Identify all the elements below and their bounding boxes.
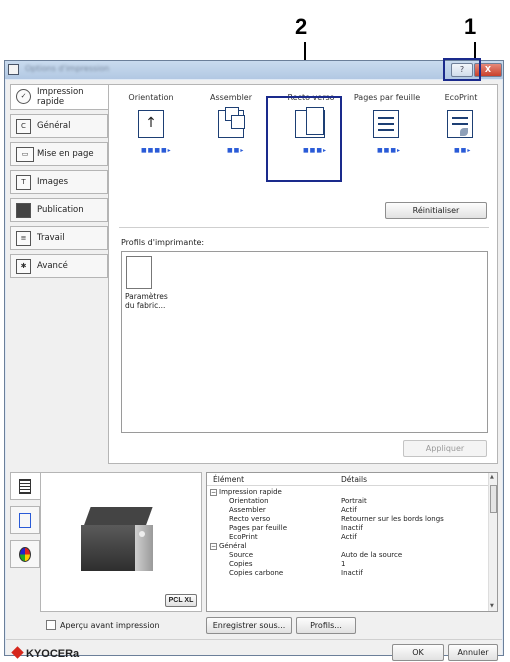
table-row: Orientation Portrait: [229, 497, 367, 505]
detail-table-header: Élément Détails: [207, 473, 489, 486]
print-preview-checkbox[interactable]: [46, 620, 56, 630]
collate-icon[interactable]: [218, 107, 245, 138]
printer-title-icon: [8, 64, 19, 75]
detail-table-scrollbar[interactable]: ▲ ▼: [488, 473, 497, 611]
preview-tab-color[interactable]: [10, 540, 40, 568]
images-icon: T: [16, 175, 31, 190]
profiles-button[interactable]: Profils...: [296, 617, 356, 634]
callout-number-2: 2: [295, 14, 308, 39]
callout-box-1: [443, 58, 481, 81]
table-row: Assembler Actif: [229, 506, 357, 514]
profile-item-label[interactable]: Paramètres du fabric...: [125, 292, 175, 310]
table-row: Recto verso Retourner sur les bords long…: [229, 515, 444, 523]
printer-image: [81, 507, 159, 577]
collapse-icon[interactable]: −: [210, 543, 217, 550]
feature-label-collate: Assembler: [209, 93, 253, 102]
table-row: EcoPrint Actif: [229, 533, 357, 541]
scroll-up-icon[interactable]: ▲: [490, 474, 494, 480]
sidebar-item-label: Général: [37, 121, 71, 131]
table-row: Copies carbone Inactif: [229, 569, 363, 577]
table-row: Source Auto de la source: [229, 551, 403, 559]
preview-area: PCL XL: [10, 472, 202, 612]
kyocera-logo-text: KYOCERa: [26, 648, 80, 660]
ecoprint-icon[interactable]: [447, 110, 473, 138]
settings-detail-table[interactable]: Élément Détails − Impression rapide Orie…: [206, 472, 498, 612]
sidebar: ✓ Impression rapide C Général ▭ Mise en …: [10, 84, 110, 282]
scroll-down-icon[interactable]: ▼: [490, 603, 494, 609]
feature-label-orientation: Orientation: [128, 93, 174, 102]
table-row: Pages par feuille Inactif: [229, 524, 363, 532]
sidebar-item-label: Mise en page: [37, 149, 94, 159]
save-as-button[interactable]: Enregistrer sous...: [206, 617, 292, 634]
sidebar-item-label: Images: [37, 177, 69, 187]
profile-document-icon[interactable]: [126, 256, 152, 289]
advanced-icon: ✱: [16, 259, 31, 274]
printer-view-icon: [19, 479, 31, 494]
orientation-dots-icon: ■■■■▸: [141, 147, 172, 154]
column-header-details: Détails: [341, 475, 368, 484]
sidebar-item-label: Travail: [37, 233, 65, 243]
print-options-window: Options d'impression ? X ✓ Impression ra…: [4, 60, 504, 661]
quick-print-icon: ✓: [16, 89, 31, 104]
sidebar-item-general[interactable]: C Général: [10, 114, 108, 138]
footer-separator: [6, 639, 502, 640]
ecoprint-dots-icon: ■■▸: [454, 147, 472, 154]
sidebar-item-label: Impression rapide: [37, 87, 84, 107]
separator: [119, 227, 489, 228]
table-row: Copies 1: [229, 560, 346, 568]
pages-per-sheet-icon[interactable]: [373, 110, 399, 138]
sidebar-item-layout[interactable]: ▭ Mise en page: [10, 142, 108, 166]
kyocera-logo-mark-icon: [11, 646, 24, 659]
print-preview-label: Aperçu avant impression: [60, 621, 160, 630]
collapse-icon[interactable]: −: [210, 489, 217, 496]
sidebar-item-images[interactable]: T Images: [10, 170, 108, 194]
reset-button[interactable]: Réinitialiser: [385, 202, 487, 219]
printer-image-pane: PCL XL: [40, 472, 202, 612]
color-view-icon: [19, 547, 31, 562]
kyocera-logo: KYOCERa: [11, 646, 80, 660]
job-icon: ≡: [16, 231, 31, 246]
callout-line-1: [474, 42, 476, 58]
preview-tab-page[interactable]: [10, 506, 40, 534]
sidebar-item-quick-print[interactable]: ✓ Impression rapide: [10, 84, 110, 110]
feature-label-ecoprint: EcoPrint: [444, 93, 478, 102]
sidebar-item-label: Publication: [37, 205, 84, 215]
general-icon: C: [16, 119, 31, 134]
dialog-client: ✓ Impression rapide C Général ▭ Mise en …: [6, 80, 502, 661]
scroll-thumb[interactable]: [490, 485, 497, 513]
pcl-xl-badge: PCL XL: [165, 594, 197, 607]
feature-label-pages-per-sheet: Pages par feuille: [353, 93, 421, 102]
orientation-icon[interactable]: ↑: [138, 110, 164, 138]
publishing-icon: [16, 203, 31, 218]
callout-box-2: [266, 96, 342, 182]
title-bar: Options d'impression ? X: [5, 61, 503, 79]
table-row: − Général: [210, 542, 247, 550]
table-row: − Impression rapide: [210, 488, 282, 496]
column-header-item: Élément: [213, 475, 245, 484]
printer-profiles-label: Profils d'imprimante:: [121, 238, 205, 247]
sidebar-item-publishing[interactable]: Publication: [10, 198, 108, 222]
sidebar-item-label: Avancé: [37, 261, 68, 271]
apply-button[interactable]: Appliquer: [403, 440, 487, 457]
pages-per-sheet-dots-icon: ■■■▸: [377, 147, 402, 154]
cancel-button[interactable]: Annuler: [448, 644, 498, 661]
layout-icon: ▭: [16, 147, 34, 162]
ok-button[interactable]: OK: [392, 644, 444, 661]
collate-dots-icon: ■■▸: [227, 147, 245, 154]
callout-number-1: 1: [464, 14, 477, 39]
page-view-icon: [19, 513, 31, 528]
window-title: Options d'impression: [25, 64, 110, 73]
printer-profiles-list[interactable]: Paramètres du fabric...: [121, 251, 488, 433]
sidebar-item-job[interactable]: ≡ Travail: [10, 226, 108, 250]
sidebar-item-advanced[interactable]: ✱ Avancé: [10, 254, 108, 278]
preview-tab-printer[interactable]: [10, 472, 40, 500]
